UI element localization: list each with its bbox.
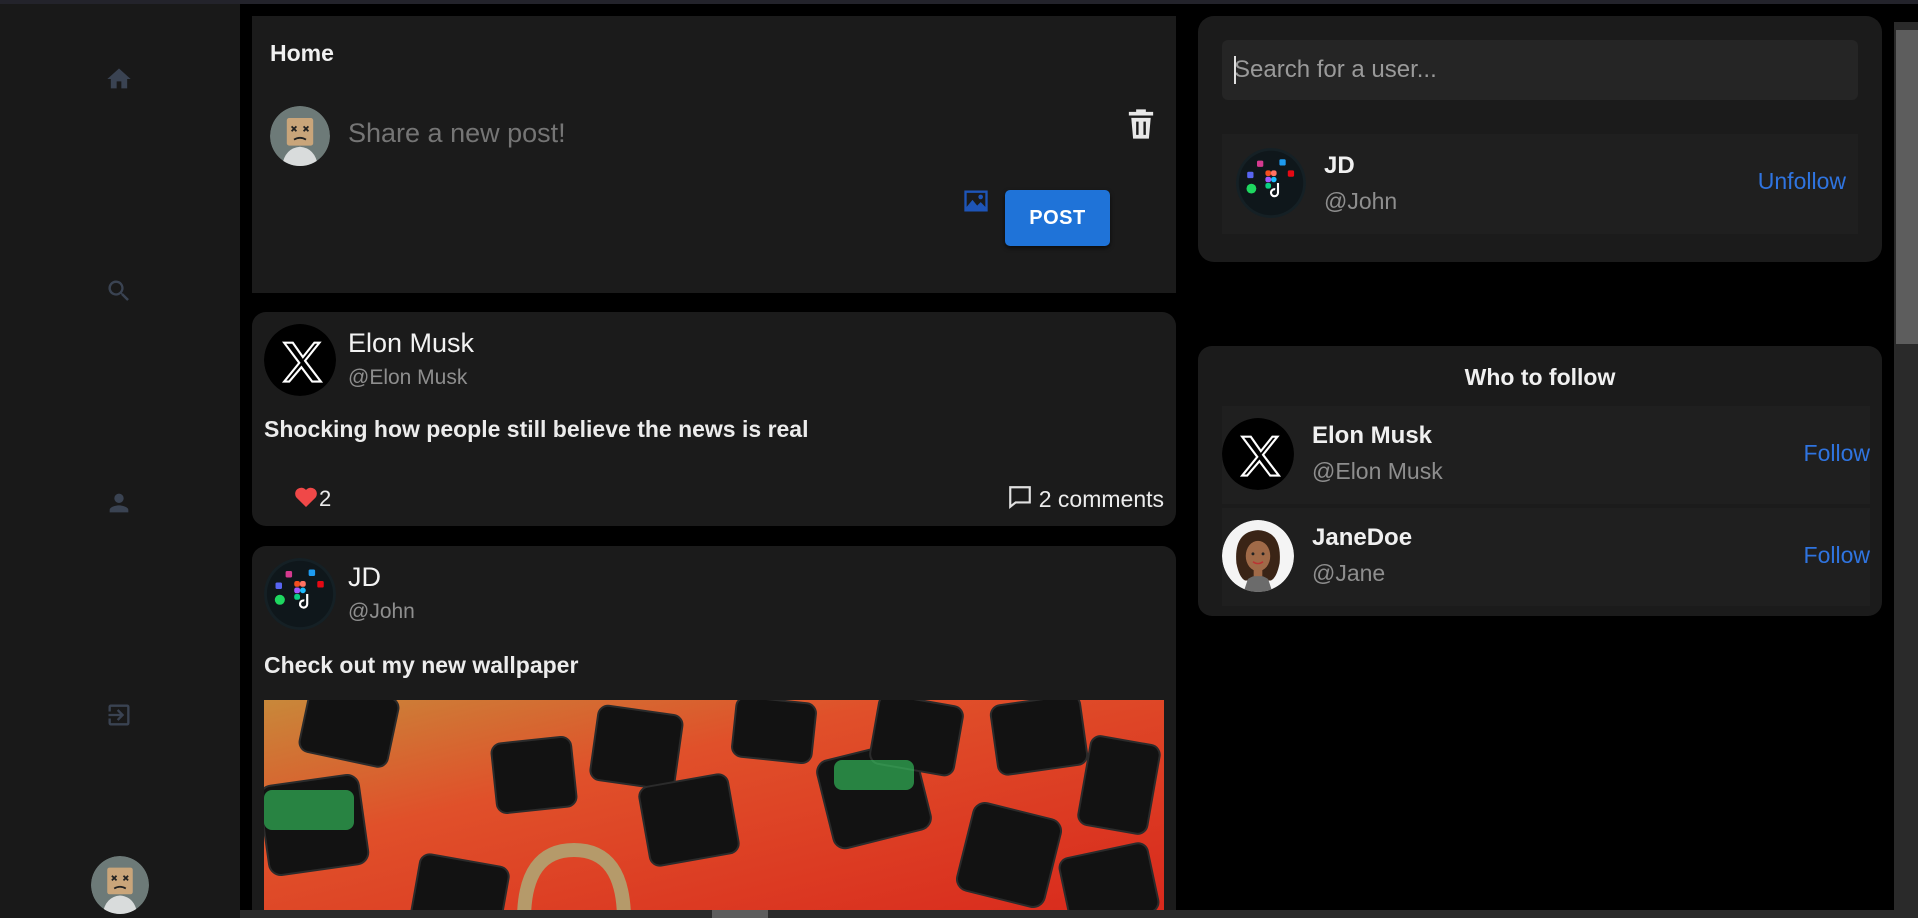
comment-icon bbox=[1008, 485, 1031, 509]
post-author-handle: @Elon Musk bbox=[348, 366, 468, 389]
heart-icon bbox=[295, 487, 317, 507]
who-to-follow-title: Who to follow bbox=[1464, 364, 1616, 390]
search-input[interactable] bbox=[1222, 40, 1858, 100]
suggestion-handle: @Jane bbox=[1312, 560, 1386, 586]
post-author-handle: @John bbox=[348, 600, 415, 623]
post-composer: Home POST bbox=[252, 16, 1176, 293]
post-text: Shocking how people still believe the ne… bbox=[264, 416, 809, 442]
text-caret bbox=[1234, 56, 1236, 84]
horizontal-scrollbar[interactable] bbox=[240, 910, 1894, 918]
horizontal-scrollbar-thumb[interactable] bbox=[712, 910, 768, 918]
comments-button[interactable]: 2 comments bbox=[1007, 480, 1164, 513]
post-card: Elon Musk @Elon Musk Shocking how people… bbox=[252, 312, 1176, 526]
home-icon[interactable] bbox=[104, 64, 134, 94]
x-logo-avatar[interactable] bbox=[264, 324, 336, 396]
jane-avatar[interactable] bbox=[1222, 520, 1294, 592]
current-user-avatar[interactable] bbox=[91, 856, 149, 914]
follow-button[interactable]: Follow bbox=[1804, 542, 1870, 569]
x-logo-avatar[interactable] bbox=[1222, 418, 1294, 490]
search-result-row[interactable]: JD @John Unfollow bbox=[1222, 134, 1858, 234]
like-count: 2 bbox=[319, 486, 332, 511]
like-button[interactable]: 2 bbox=[294, 482, 331, 512]
page-title: Home bbox=[270, 40, 334, 66]
comment-count: 2 comments bbox=[1038, 486, 1164, 512]
vertical-scrollbar-thumb[interactable] bbox=[1896, 30, 1918, 344]
image-upload-icon[interactable] bbox=[962, 188, 992, 216]
app-icons-avatar[interactable] bbox=[264, 558, 336, 630]
sidebar-nav bbox=[0, 4, 240, 918]
app-icons-avatar[interactable] bbox=[1236, 148, 1306, 218]
user-search-panel: JD @John Unfollow bbox=[1198, 16, 1882, 262]
logout-icon[interactable] bbox=[104, 700, 134, 730]
suggestion-name[interactable]: JaneDoe bbox=[1312, 524, 1412, 552]
unfollow-button[interactable]: Unfollow bbox=[1758, 168, 1846, 195]
composer-avatar bbox=[270, 106, 330, 166]
post-author-name[interactable]: Elon Musk bbox=[348, 328, 474, 359]
post-text: Check out my new wallpaper bbox=[264, 652, 579, 678]
window-top-border bbox=[0, 0, 1918, 4]
follow-button[interactable]: Follow bbox=[1804, 440, 1870, 467]
trash-icon[interactable] bbox=[1126, 107, 1156, 141]
new-post-input[interactable] bbox=[348, 108, 1048, 158]
post-button[interactable]: POST bbox=[1005, 190, 1110, 246]
post-image[interactable] bbox=[264, 700, 1164, 910]
suggestion-name[interactable]: Elon Musk bbox=[1312, 422, 1432, 450]
search-icon[interactable] bbox=[104, 276, 134, 306]
suggestion-row[interactable]: Elon Musk @Elon Musk Follow bbox=[1222, 406, 1870, 504]
feed: Home POST Elon Musk @Elon Musk Shocking … bbox=[252, 16, 1176, 910]
result-user-handle: @John bbox=[1324, 188, 1398, 214]
user-icon[interactable] bbox=[104, 488, 134, 518]
suggestion-row[interactable]: JaneDoe @Jane Follow bbox=[1222, 508, 1870, 606]
suggestion-handle: @Elon Musk bbox=[1312, 458, 1443, 484]
result-user-name[interactable]: JD bbox=[1324, 152, 1355, 180]
post-author-name[interactable]: JD bbox=[348, 562, 381, 593]
post-card: JD @John Check out my new wallpaper bbox=[252, 546, 1176, 910]
who-to-follow-panel: Who to follow Elon Musk @Elon Musk Follo… bbox=[1198, 346, 1882, 616]
